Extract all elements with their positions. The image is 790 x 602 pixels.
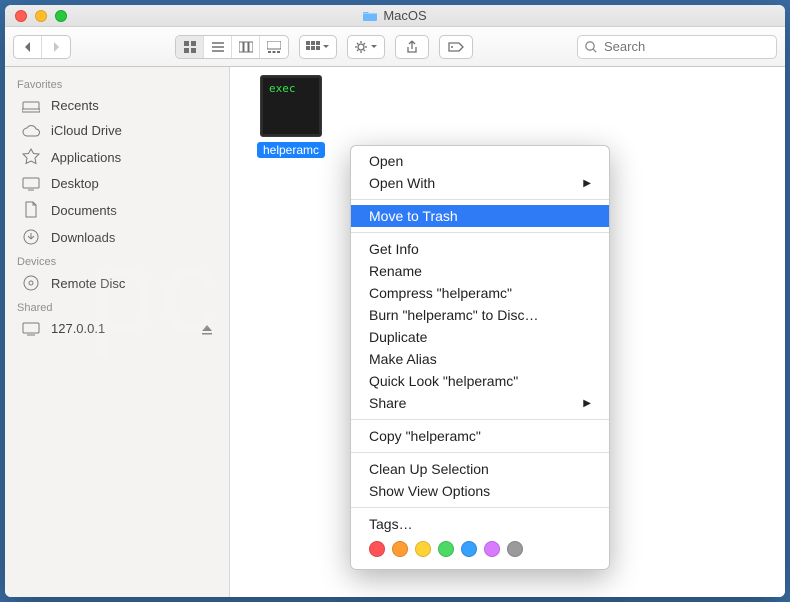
sidebar-item-applications[interactable]: Applications [9, 143, 225, 171]
tag-purple[interactable] [484, 541, 500, 557]
ctx-get-info[interactable]: Get Info [351, 238, 609, 260]
gallery-view-button[interactable] [260, 36, 288, 58]
toolbar [5, 27, 785, 67]
tag-yellow[interactable] [415, 541, 431, 557]
sidebar-item-icloud[interactable]: iCloud Drive [9, 118, 225, 143]
arrange-button[interactable] [299, 35, 337, 59]
ctx-copy[interactable]: Copy "helperamc" [351, 425, 609, 447]
sidebar-header-devices: Devices [5, 250, 229, 270]
ctx-share[interactable]: Share▶ [351, 392, 609, 414]
search-field-wrap [577, 35, 777, 59]
disc-icon [21, 275, 41, 291]
tags-button[interactable] [439, 35, 473, 59]
sidebar-item-label: Downloads [51, 230, 115, 245]
display-icon [21, 322, 41, 336]
ctx-tags-label[interactable]: Tags… [351, 513, 609, 535]
back-button[interactable] [14, 36, 42, 58]
nav-buttons [13, 35, 71, 59]
share-button[interactable] [395, 35, 429, 59]
eject-icon[interactable] [201, 323, 213, 335]
sidebar-item-label: Applications [51, 150, 121, 165]
ctx-separator [351, 452, 609, 453]
maximize-window-button[interactable] [55, 10, 67, 22]
sidebar-header-favorites: Favorites [5, 73, 229, 93]
downloads-icon [21, 229, 41, 245]
chevron-right-icon: ▶ [583, 398, 591, 409]
tag-gray[interactable] [507, 541, 523, 557]
ctx-quick-look[interactable]: Quick Look "helperamc" [351, 370, 609, 392]
ctx-separator [351, 507, 609, 508]
sidebar-item-desktop[interactable]: Desktop [9, 171, 225, 196]
forward-button[interactable] [42, 36, 70, 58]
sidebar-header-shared: Shared [5, 296, 229, 316]
ctx-make-alias[interactable]: Make Alias [351, 348, 609, 370]
ctx-show-view-options[interactable]: Show View Options [351, 480, 609, 502]
sidebar-item-label: iCloud Drive [51, 123, 122, 138]
icon-view-button[interactable] [176, 36, 204, 58]
close-window-button[interactable] [15, 10, 27, 22]
cloud-icon [21, 124, 41, 138]
sidebar-item-label: Recents [51, 98, 99, 113]
ctx-separator [351, 199, 609, 200]
sidebar-item-recents[interactable]: Recents [9, 93, 225, 118]
tag-red[interactable] [369, 541, 385, 557]
list-view-button[interactable] [204, 36, 232, 58]
applications-icon [21, 148, 41, 166]
ctx-open-with[interactable]: Open With▶ [351, 172, 609, 194]
ctx-duplicate[interactable]: Duplicate [351, 326, 609, 348]
search-icon [584, 40, 598, 54]
sidebar-item-label: 127.0.0.1 [51, 321, 105, 336]
window-title: MacOS [383, 8, 426, 23]
ctx-compress[interactable]: Compress "helperamc" [351, 282, 609, 304]
tag-orange[interactable] [392, 541, 408, 557]
ctx-move-to-trash[interactable]: Move to Trash [351, 205, 609, 227]
sidebar-item-label: Remote Disc [51, 276, 125, 291]
chevron-right-icon: ▶ [583, 178, 591, 189]
sidebar-item-label: Desktop [51, 176, 99, 191]
titlebar: MacOS [5, 5, 785, 27]
ctx-tag-colors [351, 535, 609, 565]
desktop-icon [21, 177, 41, 191]
ctx-separator [351, 419, 609, 420]
action-button[interactable] [347, 35, 385, 59]
window-title-group: MacOS [5, 8, 785, 23]
file-item[interactable]: exec helperamc [252, 75, 330, 159]
ctx-open[interactable]: Open [351, 150, 609, 172]
documents-icon [21, 201, 41, 219]
exec-file-icon: exec [260, 75, 322, 137]
recents-icon [21, 99, 41, 113]
traffic-lights [5, 10, 67, 22]
sidebar-item-downloads[interactable]: Downloads [9, 224, 225, 250]
sidebar-item-label: Documents [51, 203, 117, 218]
sidebar-item-network-host[interactable]: 127.0.0.1 [9, 316, 225, 341]
tag-green[interactable] [438, 541, 454, 557]
tag-blue[interactable] [461, 541, 477, 557]
sidebar-item-remote-disc[interactable]: Remote Disc [9, 270, 225, 296]
ctx-separator [351, 232, 609, 233]
view-mode-buttons [175, 35, 289, 59]
minimize-window-button[interactable] [35, 10, 47, 22]
context-menu: Open Open With▶ Move to Trash Get Info R… [350, 145, 610, 570]
file-name-label[interactable]: helperamc [257, 142, 325, 158]
sidebar: Favorites Recents iCloud Drive Applicati… [5, 67, 230, 597]
column-view-button[interactable] [232, 36, 260, 58]
ctx-burn[interactable]: Burn "helperamc" to Disc… [351, 304, 609, 326]
folder-icon [363, 10, 377, 22]
ctx-rename[interactable]: Rename [351, 260, 609, 282]
search-input[interactable] [577, 35, 777, 59]
ctx-clean-up[interactable]: Clean Up Selection [351, 458, 609, 480]
sidebar-item-documents[interactable]: Documents [9, 196, 225, 224]
